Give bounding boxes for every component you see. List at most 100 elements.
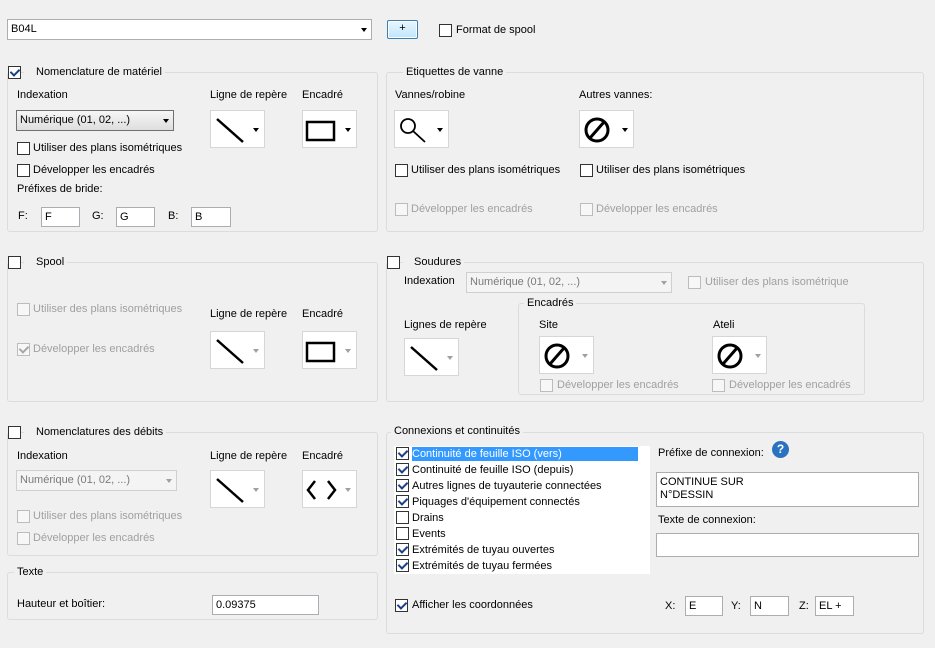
cut-iso-checkbox[interactable] xyxy=(17,510,30,523)
bom-indexation-combo[interactable]: Numérique (01, 02, ...) xyxy=(16,110,174,131)
z-label: Z: xyxy=(799,600,809,612)
list-item-checkbox[interactable] xyxy=(396,495,409,508)
list-item-checkbox[interactable] xyxy=(396,447,409,460)
bom-checkbox[interactable] xyxy=(8,66,21,79)
chevron-down-icon xyxy=(345,349,351,353)
cut-frame-label: Encadré xyxy=(302,450,343,462)
cut-title: Nomenclatures des débits xyxy=(24,426,167,439)
welds-indexation-value: Numérique (01, 02, ...) xyxy=(470,276,581,288)
cut-leader-label: Ligne de repère xyxy=(210,450,288,462)
bom-indexation-value: Numérique (01, 02, ...) xyxy=(20,114,131,126)
g-label: G: xyxy=(92,210,104,222)
valve-iso2-checkbox[interactable] xyxy=(580,164,593,177)
other-valves-label: Autres vannes: xyxy=(579,89,653,101)
conn-prefix-input[interactable]: CONTINUE SUR N°DESSIN xyxy=(656,472,919,507)
list-item[interactable]: Drains xyxy=(394,510,650,526)
conn-prefix-label: Préfixe de connexion: xyxy=(658,447,764,459)
valves-button[interactable] xyxy=(394,110,449,148)
text-height-input[interactable]: 0.09375 xyxy=(212,595,319,615)
list-item-label: Drains xyxy=(412,512,444,524)
list-item-checkbox[interactable] xyxy=(396,527,409,540)
list-item-checkbox[interactable] xyxy=(396,463,409,476)
valve-iso1-checkbox[interactable] xyxy=(395,164,408,177)
cut-frame-button[interactable] xyxy=(302,470,357,508)
style-combo[interactable]: B04L xyxy=(7,19,372,40)
cut-leader-button[interactable] xyxy=(210,470,265,508)
spool-expand-checkbox[interactable] xyxy=(17,343,30,356)
spool-checkbox[interactable] xyxy=(8,256,21,269)
f-input[interactable]: F xyxy=(41,207,80,227)
chevron-down-icon xyxy=(253,349,259,353)
other-valves-button[interactable] xyxy=(579,110,634,148)
chevron-down-icon xyxy=(361,28,367,32)
bom-leader-button[interactable] xyxy=(210,110,265,148)
conn-prefix-line2: N°DESSIN xyxy=(660,489,714,501)
list-item[interactable]: Continuité de feuille ISO (depuis) xyxy=(394,462,650,478)
text-title: Texte xyxy=(14,566,47,579)
welds-indexation-combo[interactable]: Numérique (01, 02, ...) xyxy=(466,272,672,293)
welds-checkbox[interactable] xyxy=(387,256,400,269)
list-item[interactable]: Continuité de feuille ISO (vers) xyxy=(394,446,650,462)
bom-title: Nomenclature de matériel xyxy=(24,66,165,79)
list-item-checkbox[interactable] xyxy=(396,543,409,556)
cut-indexation-combo[interactable]: Numérique (01, 02, ...) xyxy=(16,470,177,491)
spool-format-checkbox[interactable] xyxy=(439,24,452,37)
y-label: Y: xyxy=(731,600,741,612)
x-label: X: xyxy=(665,600,676,612)
valve-iso2-label: Utiliser des plans isométriques xyxy=(596,164,746,176)
bom-indexation-label: Indexation xyxy=(17,89,68,101)
list-item[interactable]: Autres lignes de tuyauterie connectées xyxy=(394,478,650,494)
spool-leader-label: Ligne de repère xyxy=(210,308,288,320)
bom-expand-label: Développer les encadrés xyxy=(33,164,155,176)
b-input[interactable]: B xyxy=(191,207,231,227)
welds-expand1-checkbox[interactable] xyxy=(540,379,553,392)
valve-expand1-checkbox[interactable] xyxy=(395,203,408,216)
valve-expand1-label: Développer les encadrés xyxy=(411,203,533,215)
bom-iso-checkbox[interactable] xyxy=(17,142,30,155)
list-item[interactable]: Extrémités de tuyau ouvertes xyxy=(394,542,650,558)
conn-text-label: Texte de connexion: xyxy=(658,514,756,526)
welds-shop-label: Ateli xyxy=(713,319,735,331)
help-icon[interactable]: ? xyxy=(772,441,789,458)
list-item-label: Extrémités de tuyau ouvertes xyxy=(412,544,555,556)
g-input[interactable]: G xyxy=(116,207,155,227)
add-button[interactable]: + xyxy=(387,20,418,39)
cut-checkbox[interactable] xyxy=(8,426,21,439)
spool-frame-button[interactable] xyxy=(302,331,357,369)
spool-iso-checkbox[interactable] xyxy=(17,303,30,316)
welds-title: Soudures xyxy=(403,256,465,269)
welds-shop-button[interactable] xyxy=(712,336,767,374)
conn-title: Connexions et continuités xyxy=(391,425,523,438)
cut-expand-checkbox[interactable] xyxy=(17,532,30,545)
list-item[interactable]: Events xyxy=(394,526,650,542)
list-item-checkbox[interactable] xyxy=(396,479,409,492)
welds-expand2-checkbox[interactable] xyxy=(712,379,725,392)
show-coords-checkbox[interactable] xyxy=(395,599,408,612)
chevron-down-icon xyxy=(253,488,259,492)
welds-site-button[interactable] xyxy=(539,336,594,374)
show-coords-label: Afficher les coordonnées xyxy=(412,599,533,611)
conn-text-input[interactable] xyxy=(656,533,919,557)
chevron-down-icon xyxy=(166,479,172,483)
y-input[interactable]: N xyxy=(750,596,789,616)
welds-iso-checkbox[interactable] xyxy=(688,276,701,289)
spool-leader-button[interactable] xyxy=(210,331,265,369)
style-combo-value: B04L xyxy=(11,23,37,35)
x-input[interactable]: E xyxy=(685,596,723,616)
list-item[interactable]: Piquages d'équipement connectés xyxy=(394,494,650,510)
add-button-label: + xyxy=(399,22,406,34)
welds-leader-button[interactable] xyxy=(404,338,459,376)
chevron-down-icon xyxy=(755,354,761,358)
list-item-checkbox[interactable] xyxy=(396,511,409,524)
bom-expand-checkbox[interactable] xyxy=(17,164,30,177)
b-input-value: B xyxy=(195,211,203,223)
bom-frame-button[interactable] xyxy=(302,110,357,148)
chevron-down-icon xyxy=(622,128,628,132)
list-item[interactable]: Extrémités de tuyau fermées xyxy=(394,558,650,574)
spool-expand-label: Développer les encadrés xyxy=(33,343,155,355)
z-input[interactable]: EL + xyxy=(815,596,854,616)
b-label: B: xyxy=(168,210,179,222)
valve-title: Etiquettes de vanne xyxy=(403,66,507,79)
valve-expand2-checkbox[interactable] xyxy=(580,203,593,216)
list-item-checkbox[interactable] xyxy=(396,559,409,572)
